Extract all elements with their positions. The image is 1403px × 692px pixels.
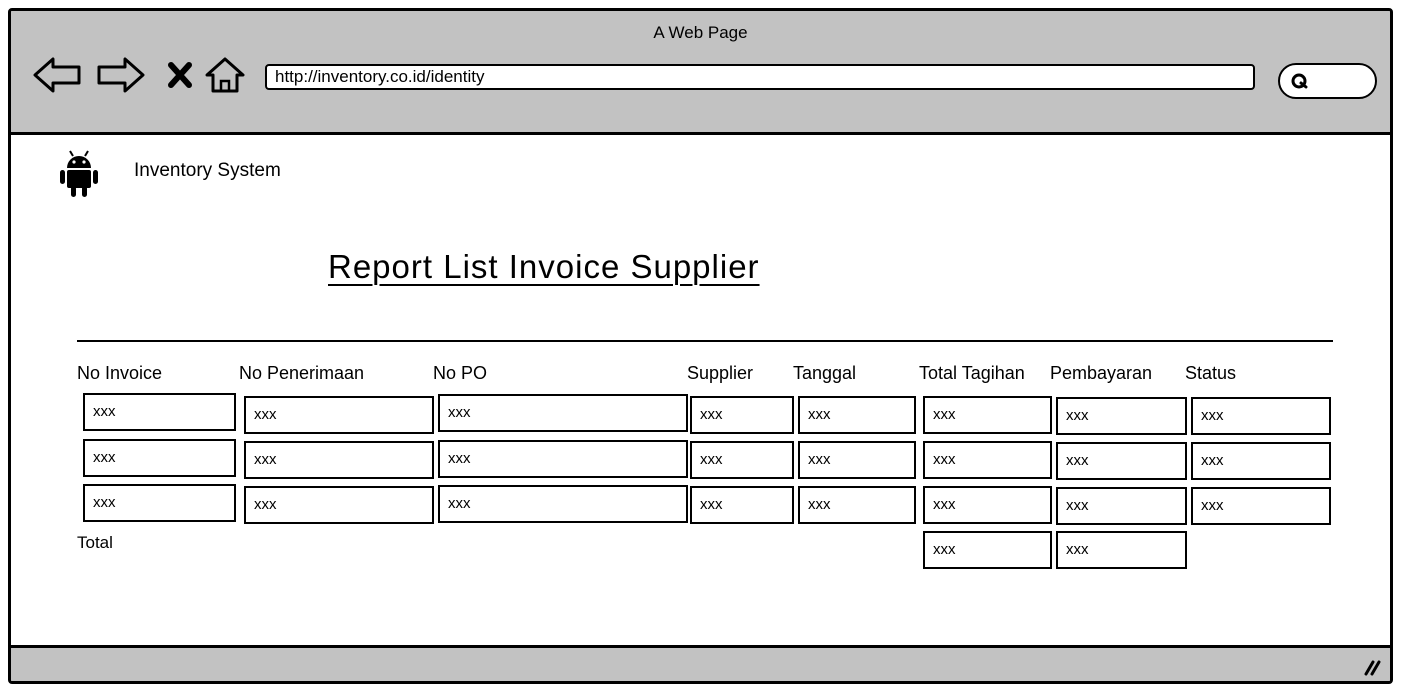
app-name: Inventory System [134, 160, 281, 181]
table-cell-no-po[interactable]: xxx [438, 440, 688, 478]
column-header-total-tagihan: Total Tagihan [919, 363, 1025, 383]
table-cell-no-invoice[interactable]: xxx [83, 484, 236, 522]
browser-window: A Web Page http://inventory.co.id/identi… [8, 8, 1393, 684]
table-cell-total-tagihan[interactable]: xxx [923, 486, 1052, 524]
column-header-no-invoice: No Invoice [77, 363, 163, 383]
column-header-tanggal: Tanggal [793, 363, 857, 383]
table-cell-pembayaran[interactable]: xxx [1056, 487, 1187, 525]
table-cell-pembayaran[interactable]: xxx [1056, 397, 1187, 435]
search-icon [1291, 73, 1308, 89]
address-bar[interactable]: http://inventory.co.id/identity [265, 64, 1255, 90]
column-header-pembayaran: Pembayaran [1050, 363, 1153, 383]
total-tagihan-field[interactable]: xxx [923, 531, 1052, 569]
table-cell-tanggal[interactable]: xxx [798, 396, 916, 434]
window-title: A Web Page [653, 23, 748, 42]
table-cell-status[interactable]: xxx [1191, 487, 1331, 525]
table-cell-supplier[interactable]: xxx [690, 396, 794, 434]
table-cell-no-penerimaan[interactable]: xxx [244, 396, 434, 434]
home-icon[interactable] [203, 55, 247, 95]
table-cell-pembayaran[interactable]: xxx [1056, 442, 1187, 480]
total-pembayaran-field[interactable]: xxx [1056, 531, 1187, 569]
search-box[interactable] [1278, 63, 1377, 99]
close-x-icon[interactable] [165, 55, 195, 95]
table-cell-tanggal[interactable]: xxx [798, 486, 916, 524]
report-title: Report List Invoice Supplier [328, 248, 760, 285]
column-header-no-po: No PO [433, 363, 488, 383]
table-cell-supplier[interactable]: xxx [690, 441, 794, 479]
table-cell-tanggal[interactable]: xxx [798, 441, 916, 479]
table-cell-no-penerimaan[interactable]: xxx [244, 486, 434, 524]
table-cell-supplier[interactable]: xxx [690, 486, 794, 524]
table-cell-status[interactable]: xxx [1191, 397, 1331, 435]
column-header-supplier: Supplier [687, 363, 754, 383]
header-divider [77, 340, 1333, 342]
table-cell-no-po[interactable]: xxx [438, 485, 688, 523]
table-cell-no-invoice[interactable]: xxx [83, 439, 236, 477]
table-cell-total-tagihan[interactable]: xxx [923, 441, 1052, 479]
table-cell-no-invoice[interactable]: xxx [83, 393, 236, 431]
table-cell-total-tagihan[interactable]: xxx [923, 396, 1052, 434]
android-icon [60, 150, 98, 197]
browser-status-bar [11, 645, 1390, 681]
back-arrow-icon[interactable] [31, 55, 85, 95]
browser-toolbar: A Web Page http://inventory.co.id/identi… [11, 11, 1390, 135]
table-cell-no-penerimaan[interactable]: xxx [244, 441, 434, 479]
table-cell-no-po[interactable]: xxx [438, 394, 688, 432]
column-header-status: Status [1185, 363, 1237, 383]
forward-arrow-icon[interactable] [93, 55, 147, 95]
table-cell-status[interactable]: xxx [1191, 442, 1331, 480]
resize-grip-icon[interactable] [1362, 657, 1382, 677]
column-header-no-penerimaan: No Penerimaan [239, 363, 365, 383]
total-label: Total [77, 533, 113, 552]
